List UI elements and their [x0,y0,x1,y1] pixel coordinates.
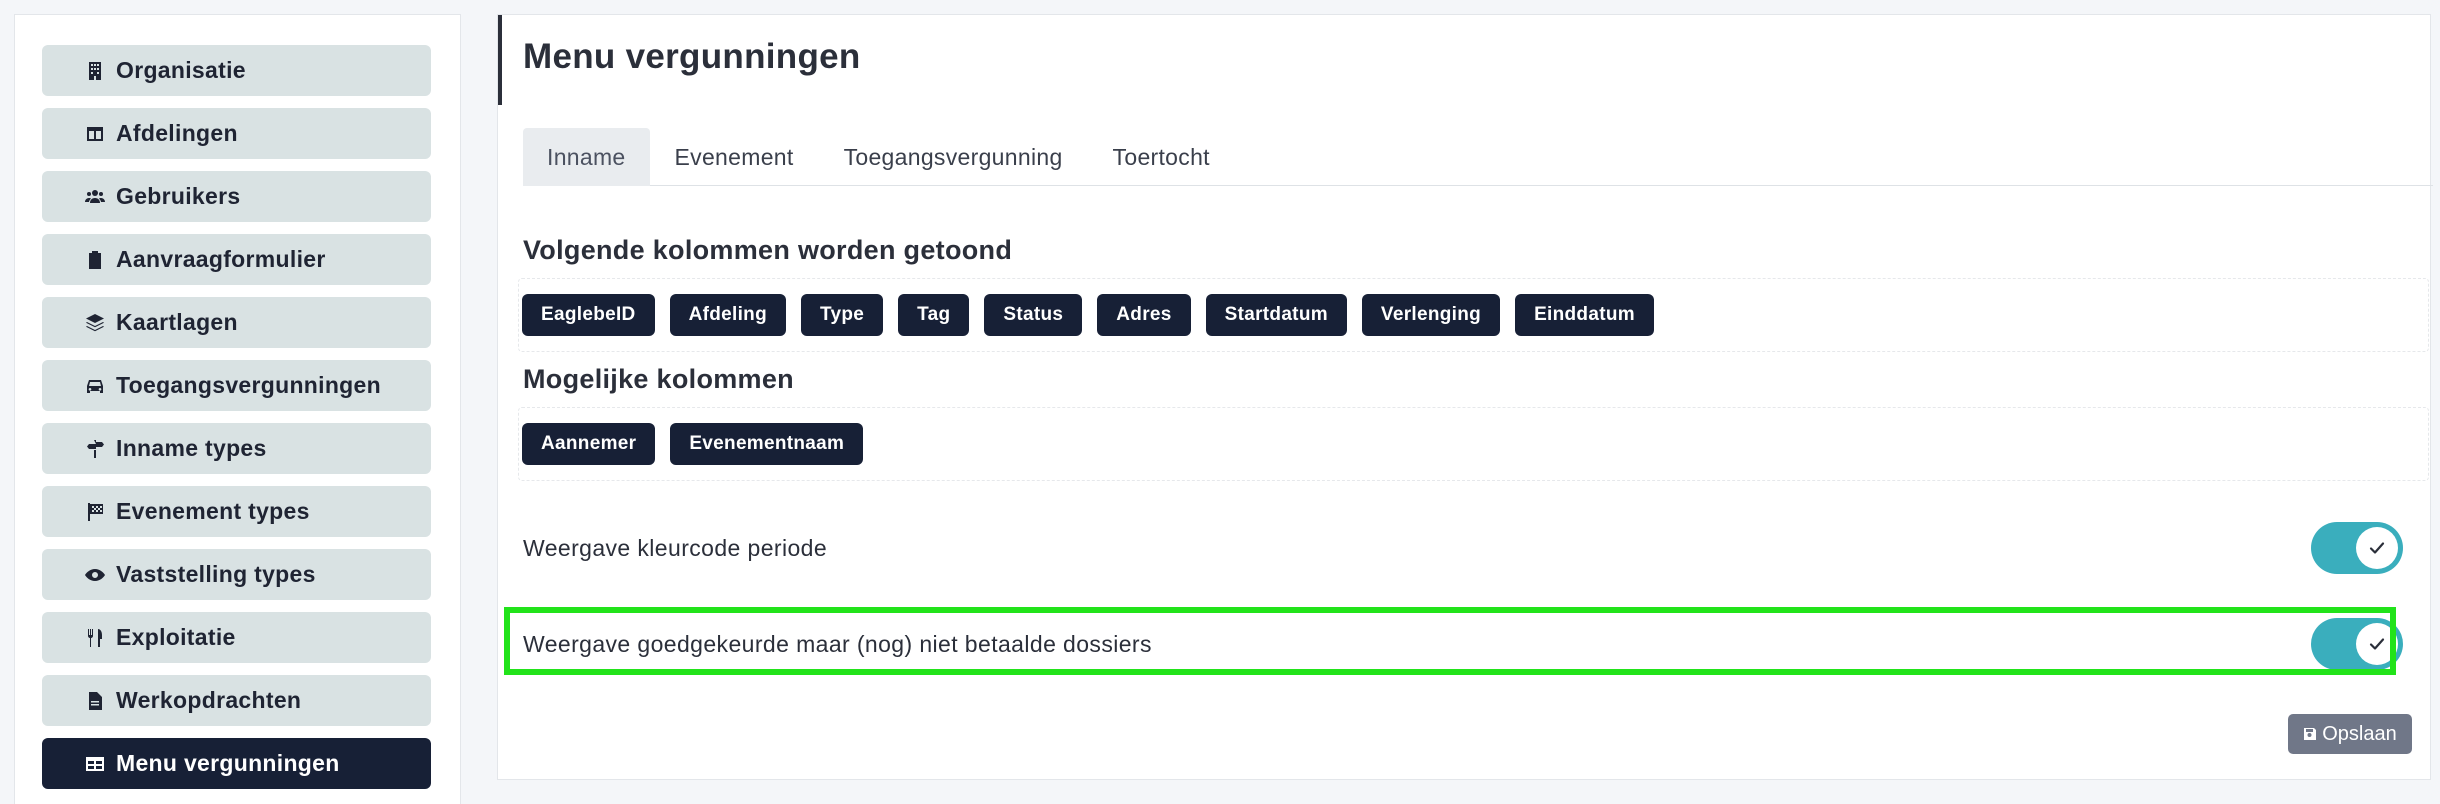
title-accent-bar [498,15,502,105]
sidebar-item-aanvraagformulier[interactable]: Aanvraagformulier [42,234,431,285]
sidebar-item-organisatie[interactable]: Organisatie [42,45,431,96]
sidebar-item-label: Exploitatie [116,624,236,650]
save-button-label: Opslaan [2322,722,2397,745]
column-chip-evenementnaam[interactable]: Evenementnaam [670,423,864,465]
sidebar-item-label: Menu vergunningen [116,750,340,776]
setting-label: Weergave kleurcode periode [523,534,828,561]
table-icon [84,753,106,775]
column-chip-adres[interactable]: Adres [1097,294,1191,336]
sidebar-item-label: Organisatie [116,57,246,83]
sidebar-item-werkopdrachten[interactable]: Werkopdrachten [42,675,431,726]
clipboard-icon [84,249,106,271]
sidebar-item-label: Aanvraagformulier [116,246,326,272]
sidebar-item-label: Vaststelling types [116,561,316,587]
sidebar-item-exploitatie[interactable]: Exploitatie [42,612,431,663]
sidebar-item-evenement-types[interactable]: Evenement types [42,486,431,537]
kleurcode-periode-toggle[interactable] [2311,522,2403,574]
sidebar-item-gebruikers[interactable]: Gebruikers [42,171,431,222]
column-chip-startdatum[interactable]: Startdatum [1205,294,1347,336]
sidebar-item-label: Kaartlagen [116,309,238,335]
check-icon [2369,542,2385,554]
shown-columns-list[interactable]: EaglebeID Afdeling Type Tag Status Adres… [518,278,2429,352]
column-chip-eaglebeid[interactable]: EaglebeID [522,294,655,336]
shown-columns-title: Volgende kolommen worden getoond [523,235,1013,265]
column-chip-type[interactable]: Type [800,294,884,336]
columns-icon [84,123,106,145]
sidebar-item-afdelingen[interactable]: Afdelingen [42,108,431,159]
save-button[interactable]: Opslaan [2288,714,2412,754]
checkered-flag-icon [84,501,106,523]
eye-icon [84,564,106,586]
column-chip-einddatum[interactable]: Einddatum [1515,294,1654,336]
signs-icon [84,438,106,460]
toggle-knob [2356,527,2398,569]
sidebar-item-menu-vergunningen[interactable]: Menu vergunningen [42,738,431,789]
tab-bar: Inname Evenement Toegangsvergunning Toer… [523,128,2433,186]
tab-evenement[interactable]: Evenement [650,128,819,186]
tab-toertocht[interactable]: Toertocht [1088,128,1235,186]
setting-kleurcode-periode: Weergave kleurcode periode [523,520,2403,576]
highlight-box [504,607,2396,675]
floppy-disk-icon [2304,728,2317,740]
tab-inname[interactable]: Inname [523,128,650,186]
page-title: Menu vergunningen [523,37,861,76]
sidebar-item-vaststelling-types[interactable]: Vaststelling types [42,549,431,600]
utensils-icon [84,627,106,649]
sidebar-item-toegangsvergunningen[interactable]: Toegangsvergunningen [42,360,431,411]
column-chip-tag[interactable]: Tag [898,294,970,336]
sidebar-item-label: Toegangsvergunningen [116,372,381,398]
tab-toegangsvergunning[interactable]: Toegangsvergunning [819,128,1088,186]
column-chip-aannemer[interactable]: Aannemer [522,423,656,465]
column-chip-status[interactable]: Status [984,294,1083,336]
column-chip-afdeling[interactable]: Afdeling [669,294,786,336]
possible-columns-list[interactable]: Aannemer Evenementnaam [518,407,2429,481]
sidebar-item-kaartlagen[interactable]: Kaartlagen [42,297,431,348]
car-icon [84,375,106,397]
building-icon [84,60,106,82]
users-icon [84,186,106,208]
sidebar-item-label: Afdelingen [116,120,238,146]
sidebar-item-inname-types[interactable]: Inname types [42,423,431,474]
possible-columns-title: Mogelijke kolommen [523,364,794,394]
sidebar-item-label: Gebruikers [116,183,241,209]
sidebar-item-label: Evenement types [116,498,310,524]
layers-icon [84,312,106,334]
sidebar-item-label: Inname types [116,435,267,461]
sidebar-item-label: Werkopdrachten [116,687,302,713]
file-icon [84,690,106,712]
column-chip-verlenging[interactable]: Verlenging [1361,294,1501,336]
sidebar: Organisatie Afdelingen Gebruikers Aanvra… [14,14,461,804]
